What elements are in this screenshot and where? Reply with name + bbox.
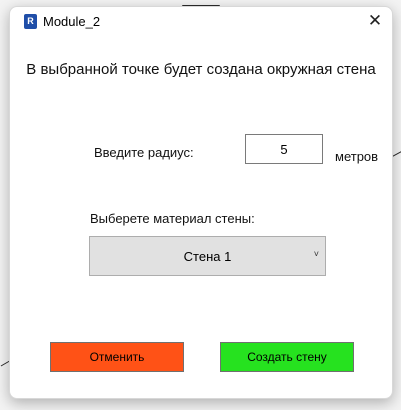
chevron-down-icon: ˅ (313, 249, 319, 259)
dialog-window: R Module_2 ✕ В выбранной точке будет соз… (9, 6, 393, 399)
material-selected-value: Стена 1 (183, 249, 232, 264)
material-label: Выберете материал стены: (90, 211, 255, 226)
material-select[interactable]: Стена 1 ˅ (89, 236, 326, 276)
close-icon: ✕ (367, 11, 383, 30)
title-bar[interactable]: R Module_2 ✕ (10, 7, 392, 35)
cancel-button[interactable]: Отменить (50, 342, 184, 372)
revit-app-icon: R (24, 14, 37, 29)
radius-input[interactable] (245, 134, 323, 164)
radius-unit-label: метров (335, 149, 379, 164)
dialog-heading: В выбранной точке будет создана окружная… (26, 61, 376, 78)
close-button[interactable]: ✕ (358, 7, 392, 35)
create-wall-button[interactable]: Создать стену (220, 342, 354, 372)
window-title: Module_2 (43, 14, 101, 29)
radius-label: Введите радиус: (94, 145, 194, 160)
